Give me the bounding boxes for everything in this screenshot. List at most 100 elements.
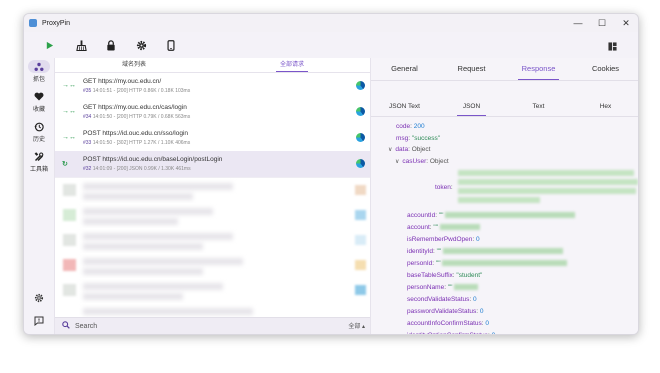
tab-response[interactable]: Response [505,58,572,80]
sidebar-item-favorites[interactable]: 收藏 [24,90,54,113]
feedback-button[interactable] [24,314,54,327]
redacted-icon [63,234,76,246]
json-value: "student" [456,272,483,279]
json-value: 0 [476,236,480,243]
minimize-button[interactable]: — [566,14,590,32]
redacted-text [83,243,203,250]
sidebar-item-toolbox[interactable]: 工具箱 [24,150,54,173]
detail-tabs: General Request Response Cookies [371,58,638,80]
redacted-text [458,197,540,203]
json-field-line: personId: "" [407,260,568,267]
maximize-button[interactable]: ☐ [590,14,614,32]
redacted-thumbnail [355,210,366,220]
redacted-icon [63,209,76,221]
lock-icon[interactable] [99,35,123,55]
redacted-text [458,179,638,185]
redacted-row[interactable] [55,178,371,204]
tab-hex[interactable]: Hex [572,98,638,116]
settings-button[interactable] [24,291,54,304]
close-button[interactable]: ✕ [614,14,638,32]
request-row[interactable]: →↔ GET https://my.ouc.edu.cn/ #35 14:01:… [55,73,371,100]
redacted-thumbnail [355,260,366,270]
json-field-line: isRememberPwdOpen: 0 [407,236,480,243]
redacted-text [83,233,233,240]
redacted-text [83,268,203,275]
response-panel: General Request Response Cookies JSON Te… [370,58,638,334]
sidebar-item-label: 工具箱 [29,167,48,173]
history-icon [28,120,50,133]
tab-text[interactable]: Text [505,98,572,116]
json-data-node[interactable]: ∨ data: Object [388,146,430,153]
redacted-row[interactable] [55,228,371,254]
tab-cookies[interactable]: Cookies [572,58,638,80]
redacted-text [458,170,634,176]
request-url: POST https://id.ouc.edu.cn/baseLogin/pos… [83,156,222,163]
json-field-line: accountInfoConfirmStatus: 0 [407,320,490,327]
request-meta-text: 14:01:50 - [200] HTTP 0.79K / 0.68K 563m… [91,114,191,120]
request-url-text: https://my.ouc.edu.cn/ [98,78,162,85]
phone-icon[interactable] [159,35,183,55]
redacted-row[interactable] [55,203,371,229]
request-row[interactable]: →↔ POST https://id.ouc.edu.cn/sso/login … [55,125,371,152]
request-url: POST https://id.ouc.edu.cn/sso/login [83,130,188,137]
broom-icon[interactable] [69,35,93,55]
settings-gear-icon [28,291,50,304]
request-meta: #32 14:01:09 - [200] JSON 0.99K / 1.30K … [83,166,191,172]
tab-domain-list[interactable]: 域名列表 [55,58,213,72]
request-method: POST [83,130,101,137]
request-direction-icon: →↔ [62,108,76,115]
request-direction-icon: →↔ [62,134,76,141]
json-value: 0 [479,308,484,315]
redacted-text [83,208,213,215]
request-direction-icon: ↻ [62,161,68,168]
tab-general[interactable]: General [371,58,438,80]
request-row-selected[interactable]: ↻ POST https://id.ouc.edu.cn/baseLogin/p… [55,151,371,178]
body-view-tabs: JSON Text JSON Text Hex [371,98,638,116]
chevron-down-icon[interactable]: ∨ [388,147,392,153]
tab-json[interactable]: JSON [438,98,505,116]
json-key: secondValidateStatus [407,296,470,303]
json-value: 0 [492,332,496,334]
redacted-thumbnail [355,185,366,195]
request-url-text: https://my.ouc.edu.cn/cas/login [98,104,187,111]
gear-icon[interactable] [129,35,153,55]
feedback-icon [28,314,50,327]
redacted-row[interactable] [55,278,371,304]
sidebar-item-label: 抓包 [32,77,45,83]
redacted-value [442,260,568,267]
edge-browser-icon [356,107,365,116]
chevron-down-icon[interactable]: ∨ [395,159,399,165]
redacted-text [83,183,233,190]
json-key: identityId [407,248,434,255]
tab-request[interactable]: Request [438,58,505,80]
json-type: Object [411,146,431,153]
json-key: casUser [402,158,427,165]
json-msg-line: msg: "success" [396,135,441,142]
json-value: "" [435,260,441,267]
layout-icon[interactable] [600,36,624,56]
sidebar-item-capture[interactable]: 抓包 [24,60,54,83]
filter-dropdown[interactable]: 全部 ▴ [348,321,365,330]
edge-browser-icon [356,81,365,90]
tab-all-requests[interactable]: 全部请求 [213,58,371,72]
json-casuser-node[interactable]: ∨ casUser: Object [395,158,449,165]
toolbar [24,32,638,58]
window-controls: — ☐ ✕ [566,14,638,32]
json-token-line: token: [435,184,453,191]
json-field-line: secondValidateStatus: 0 [407,296,477,303]
tab-json-text[interactable]: JSON Text [371,98,438,116]
redacted-text [83,193,193,200]
request-meta-text: 14:01:09 - [200] JSON 0.99K / 1.30K 461m… [91,166,191,172]
tools-icon [28,150,50,163]
redacted-row[interactable] [55,253,371,279]
request-row[interactable]: →↔ GET https://my.ouc.edu.cn/cas/login #… [55,99,371,126]
json-code-line: code: 200 [396,123,425,130]
sidebar-item-history[interactable]: 历史 [24,120,54,143]
request-method: GET [83,104,97,111]
json-value: 0 [485,320,490,327]
search-input[interactable]: Search [75,323,97,330]
play-icon[interactable] [37,35,61,55]
json-field-line: identityOptionConfirmStatus: 0 [407,332,496,334]
request-meta: #35 14:01:51 - [200] HTTP 0.86K / 0.18K … [83,88,190,94]
request-meta: #34 14:01:50 - [200] HTTP 0.79K / 0.68K … [83,114,190,120]
